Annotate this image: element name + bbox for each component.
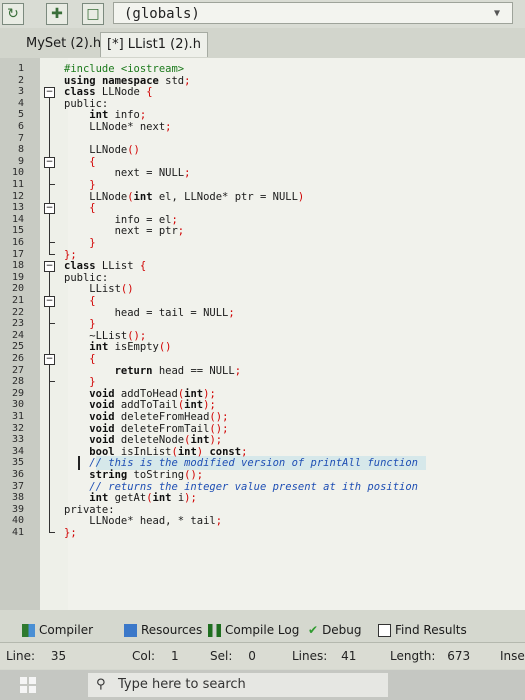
taskbar: ⚲ Type here to search <box>0 670 525 700</box>
fold-guide-end <box>49 532 55 533</box>
editor-tabs: MySet (2).h [*] LList1 (2).h <box>0 28 525 59</box>
tab-resources[interactable]: Resources <box>124 620 202 640</box>
tab-compile-log[interactable]: Compile Log <box>208 620 299 640</box>
status-line: Line: 35 <box>6 649 67 663</box>
fold-guide-end <box>49 323 55 325</box>
rebuild-icon[interactable]: ↻ <box>2 3 24 25</box>
fold-guide <box>49 364 50 382</box>
scope-value: (globals) <box>124 6 200 22</box>
status-mode: Inse <box>500 649 525 663</box>
status-col: Col: 1 <box>132 649 179 663</box>
tab-compiler[interactable]: Compiler <box>22 620 93 640</box>
fold-guide-end <box>49 242 55 243</box>
compile-log-icon <box>208 624 221 637</box>
tab-myset[interactable]: MySet (2).h <box>20 32 107 56</box>
fold-guide <box>49 213 50 242</box>
code-text: }; <box>64 527 77 539</box>
text-cursor <box>78 456 80 471</box>
status-sel: Sel: 0 <box>210 649 256 663</box>
search-icon: ⚲ <box>96 677 106 692</box>
add-icon[interactable]: ✚ <box>46 3 68 25</box>
chevron-down-icon: ▼ <box>493 8 500 19</box>
fold-guide-end <box>49 381 55 383</box>
code-line[interactable]: 41}; <box>0 526 525 540</box>
resources-icon <box>124 624 137 637</box>
scope-select[interactable]: (globals) ▼ <box>113 2 513 24</box>
debug-check-icon: ✔ <box>308 623 319 637</box>
window-icon[interactable]: □ <box>82 3 104 25</box>
fold-guide <box>49 306 50 324</box>
tab-find-results[interactable]: Find Results <box>378 620 467 640</box>
status-lines: Lines: 41 <box>292 649 357 663</box>
tab-llist1[interactable]: [*] LList1 (2).h <box>100 32 208 57</box>
taskbar-search-input[interactable]: ⚲ Type here to search <box>88 673 388 697</box>
fold-guide-end <box>49 184 55 185</box>
toolbar: ↻ ✚ □ (globals) ▼ <box>0 0 525 29</box>
status-bar: Line: 35 Col: 1 Sel: 0 Lines: 41 Length:… <box>0 642 525 669</box>
line-number: 41 <box>11 527 24 538</box>
compiler-icon <box>22 624 35 637</box>
find-results-icon <box>378 624 391 637</box>
fold-guide-end <box>49 253 55 255</box>
code-editor[interactable]: 1 #include <iostream> 2 using namespace std… <box>0 58 525 610</box>
fold-guide <box>49 166 50 184</box>
tab-debug[interactable]: ✔ Debug <box>308 620 362 640</box>
status-length: Length: 673 <box>390 649 471 663</box>
windows-start-icon[interactable] <box>20 677 36 693</box>
